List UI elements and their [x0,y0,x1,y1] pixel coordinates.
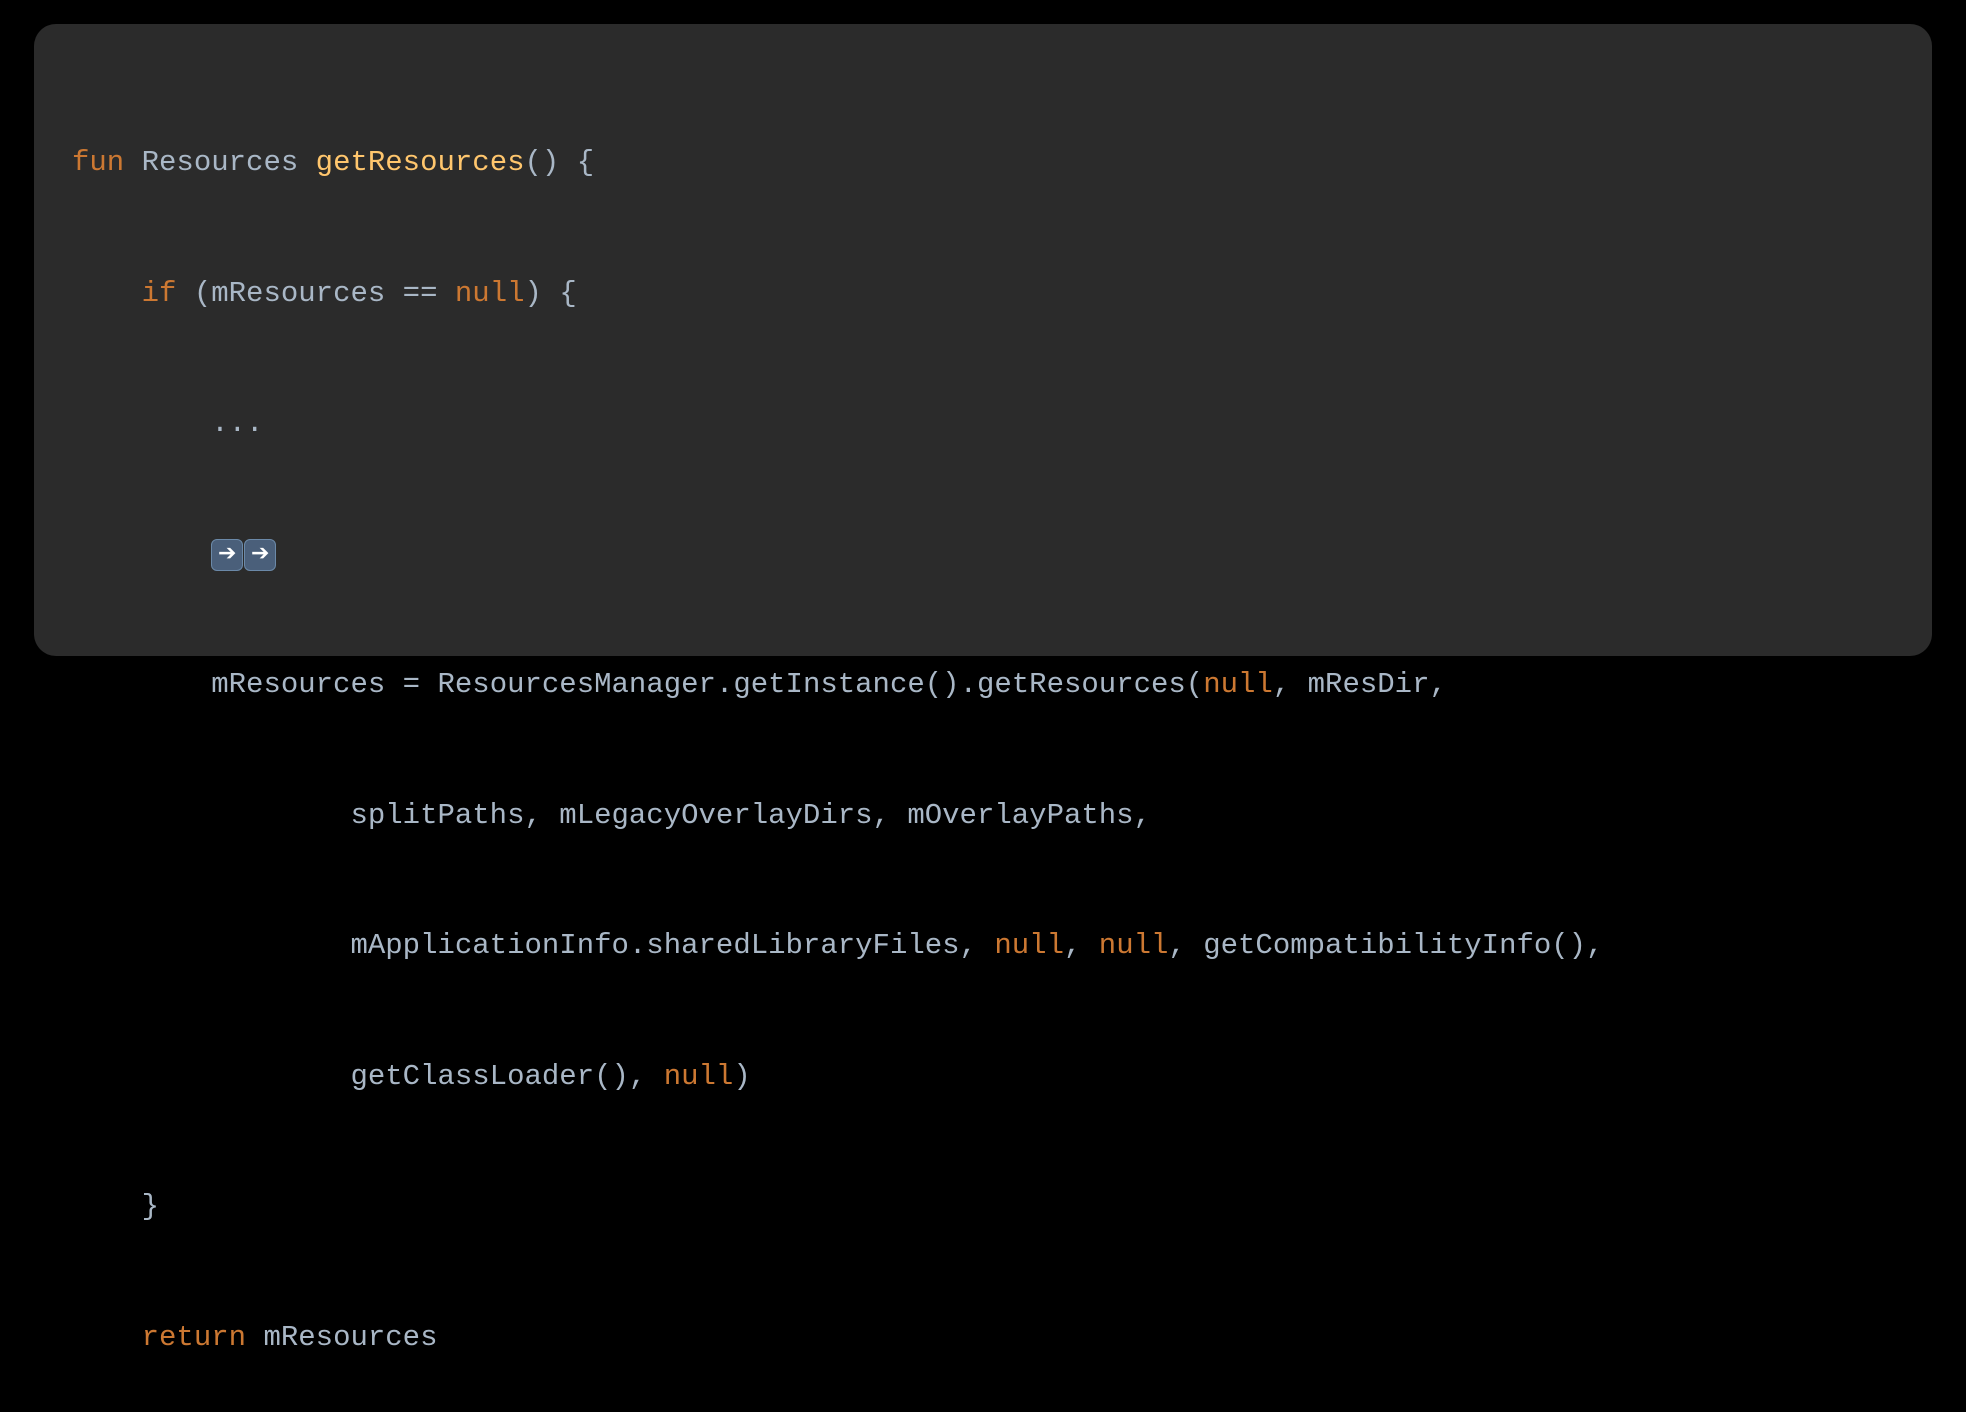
code-line: if (mResources == null) { [72,272,1894,316]
keyword-fun: fun [72,146,124,179]
code-line: mApplicationInfo.sharedLibraryFiles, nul… [72,924,1894,968]
code-line: getClassLoader(), null) [72,1055,1894,1099]
brace-close: } [142,1190,159,1223]
parens: () [525,146,560,179]
method-chain: ResourcesManager.getInstance().getResour… [437,668,1203,701]
type-name: Resources [142,146,299,179]
arguments: splitPaths, mLegacyOverlayDirs, mOverlay… [350,799,1151,832]
keyword-null: null [664,1060,734,1093]
brace-open: { [559,146,594,179]
keyword-null: null [1099,929,1169,962]
code-line: splitPaths, mLegacyOverlayDirs, mOverlay… [72,794,1894,838]
identifier: mResources [211,277,385,310]
equals-operator: == [385,277,455,310]
keyword-return: return [142,1321,246,1354]
function-name: getResources [316,146,525,179]
keyword-null: null [994,929,1064,962]
identifier: mResources [211,668,385,701]
keyword-null: null [455,277,525,310]
identifier: mResources [263,1321,437,1354]
code-line: } [72,1185,1894,1229]
code-line: ... [72,402,1894,446]
ellipsis: ... [211,407,263,440]
keyword-if: if [142,277,177,310]
arrow-right-icon: ➔ [244,539,276,571]
keyword-null: null [1203,668,1273,701]
code-line: fun Resources getResources() { [72,141,1894,185]
arrow-right-icon: ➔ [211,539,243,571]
code-snippet-box: fun Resources getResources() { if (mReso… [34,24,1932,656]
code-line: return mResources [72,1316,1894,1360]
code-line: mResources = ResourcesManager.getInstanc… [72,663,1894,707]
code-line: ➔➔ [72,533,1894,577]
